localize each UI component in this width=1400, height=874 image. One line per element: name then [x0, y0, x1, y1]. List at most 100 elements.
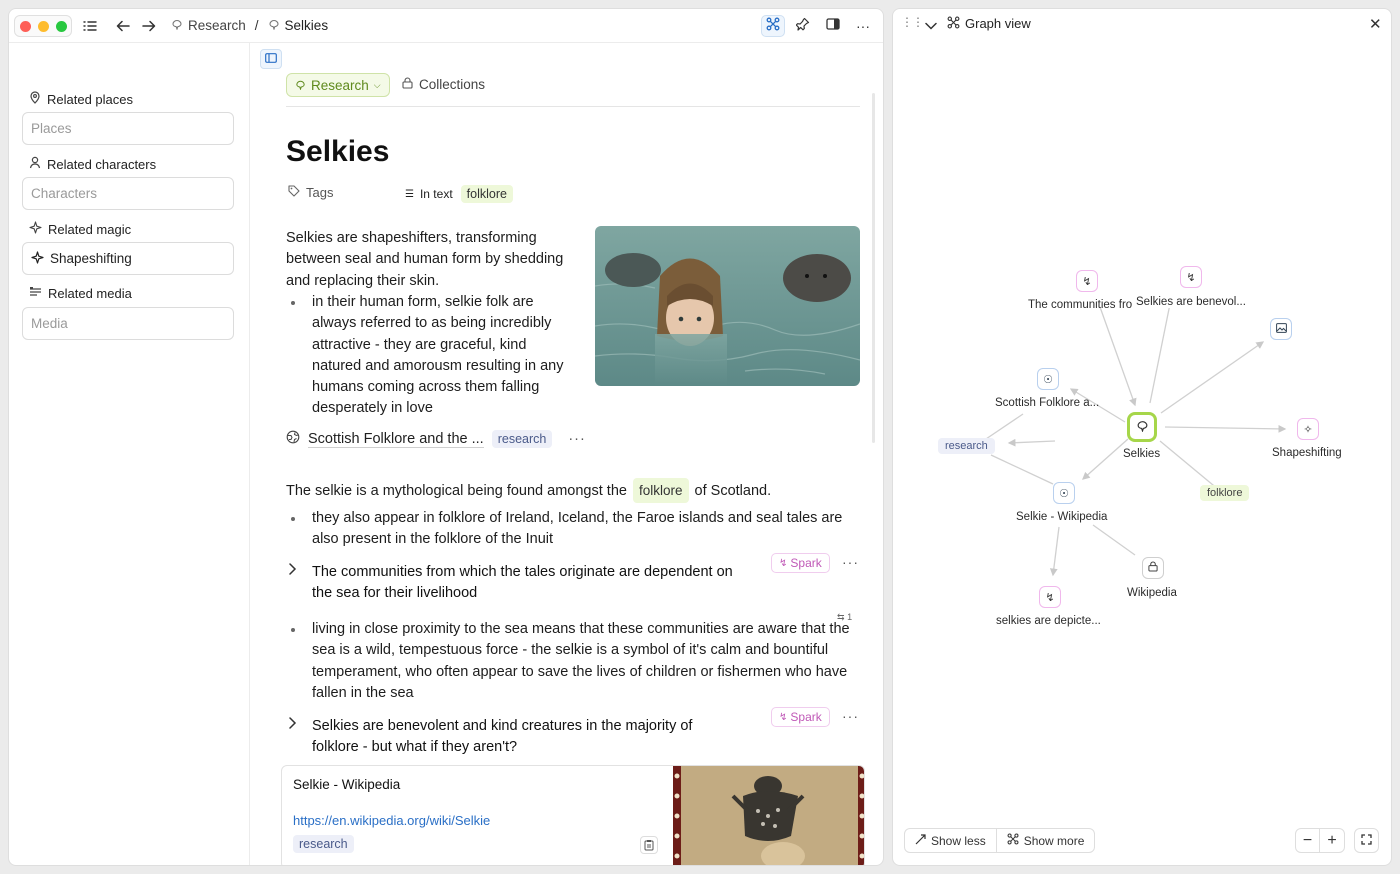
- card-url[interactable]: https://en.wikipedia.org/wiki/Selkie: [293, 813, 490, 828]
- list-item[interactable]: they also appear in folklore of Ireland,…: [291, 508, 862, 551]
- chevron-right-icon[interactable]: [288, 717, 297, 732]
- graph-node-label[interactable]: Shapeshifting: [1272, 447, 1342, 459]
- breadcrumb-parent[interactable]: Research: [188, 18, 246, 33]
- breadcrumb-separator: /: [254, 18, 259, 33]
- graph-view-toggle-button[interactable]: [761, 15, 785, 37]
- tag-chip[interactable]: research: [491, 430, 553, 448]
- sparkle-icon: [31, 250, 44, 267]
- backlink-count[interactable]: ⇆ 1: [837, 612, 852, 623]
- pin-icon: [795, 17, 810, 36]
- graph-node-image[interactable]: [1270, 318, 1292, 340]
- tag-chip[interactable]: research: [293, 835, 354, 853]
- graph-node-label[interactable]: The communities fro: [1028, 299, 1132, 311]
- outline-list-icon[interactable]: [81, 17, 99, 35]
- graph-icon: [1007, 833, 1019, 848]
- zoom-window-button[interactable]: [56, 21, 67, 32]
- split-view-button[interactable]: [821, 15, 845, 37]
- graph-node-shapeshifting[interactable]: ✧: [1297, 418, 1319, 440]
- tag-chip[interactable]: folklore: [632, 478, 689, 504]
- media-field[interactable]: Media: [22, 307, 234, 340]
- spark-button[interactable]: ↯ Spark: [771, 707, 830, 727]
- image-icon: [1275, 322, 1287, 336]
- selkie-illustration: [595, 226, 860, 386]
- media-icon: [29, 286, 42, 301]
- tag-chip[interactable]: folklore: [460, 185, 513, 203]
- minimize-window-button[interactable]: [38, 21, 49, 32]
- graph-node-label[interactable]: Selkie - Wikipedia: [1016, 511, 1107, 523]
- toggle-sidebar-button[interactable]: [260, 49, 282, 69]
- page-title[interactable]: Selkies: [286, 135, 389, 169]
- show-less-button[interactable]: Show less: [905, 829, 997, 852]
- zoom-in-button[interactable]: +: [1320, 829, 1344, 852]
- sparkle-icon: ✧: [1303, 423, 1313, 436]
- clipboard-icon[interactable]: [640, 836, 658, 854]
- collections-button[interactable]: Collections: [402, 77, 485, 92]
- spark-button[interactable]: ↯ Spark: [771, 553, 830, 573]
- graph-node-label[interactable]: selkies are depicte...: [996, 615, 1101, 627]
- fullscreen-button[interactable]: [1354, 828, 1379, 853]
- graph-node-selkies[interactable]: [1127, 412, 1157, 442]
- more-options-button[interactable]: ···: [842, 708, 859, 724]
- graph-node-wikipedia[interactable]: [1142, 557, 1164, 579]
- list-item[interactable]: living in close proximity to the sea mea…: [291, 619, 860, 704]
- toggle-block[interactable]: The communities from which the tales ori…: [312, 562, 742, 605]
- graph-node-label[interactable]: Selkies: [1123, 448, 1160, 460]
- close-window-button[interactable]: [20, 21, 31, 32]
- characters-field[interactable]: Characters: [22, 177, 234, 210]
- collection-pill[interactable]: Research ⌵: [286, 73, 390, 97]
- scrollbar[interactable]: [872, 93, 875, 443]
- ellipsis-icon: ···: [856, 18, 870, 34]
- ellipsis-icon[interactable]: ···: [568, 431, 586, 447]
- toggle-block[interactable]: Selkies are benevolent and kind creature…: [312, 716, 742, 759]
- lock-icon: [1148, 561, 1158, 575]
- graph-depth-controls: Show less Show more: [904, 828, 1096, 853]
- graph-node-label[interactable]: Wikipedia: [1127, 587, 1177, 599]
- intro-paragraph[interactable]: Selkies are shapeshifters, transforming …: [286, 228, 578, 292]
- graph-node-communities[interactable]: ↯: [1076, 270, 1098, 292]
- graph-tag-folklore[interactable]: folklore: [1200, 485, 1250, 501]
- web-link-card[interactable]: Selkie - Wikipedia https://en.wikipedia.…: [281, 765, 865, 865]
- map-pin-icon: [29, 91, 41, 107]
- back-arrow-icon[interactable]: [114, 17, 132, 35]
- graph-node-benevolent[interactable]: ↯: [1180, 266, 1202, 288]
- graph-node-scottish[interactable]: ☉: [1037, 368, 1059, 390]
- zoom-out-button[interactable]: −: [1296, 829, 1321, 852]
- bolt-icon: ↯: [1082, 275, 1092, 288]
- more-options-button[interactable]: ···: [851, 15, 875, 37]
- expand-icon: [1361, 832, 1372, 850]
- pin-button[interactable]: [791, 15, 815, 37]
- graph-node-depicted[interactable]: ↯: [1039, 586, 1061, 608]
- chevron-down-icon: ⌵: [373, 79, 381, 90]
- magic-field[interactable]: Shapeshifting: [22, 242, 234, 275]
- places-field[interactable]: Places: [22, 112, 234, 145]
- breadcrumb-current[interactable]: Selkies: [285, 18, 329, 33]
- card-title[interactable]: Selkie - Wikipedia: [293, 777, 400, 792]
- chevron-right-icon[interactable]: [288, 563, 297, 578]
- forward-arrow-icon[interactable]: [140, 17, 158, 35]
- magic-field-value[interactable]: Shapeshifting: [50, 251, 132, 266]
- linked-reference[interactable]: Scottish Folklore and the ... research ·…: [286, 430, 586, 448]
- tags-property[interactable]: Tags: [288, 185, 333, 200]
- more-options-button[interactable]: ···: [842, 554, 859, 570]
- tag-icon: [288, 185, 300, 200]
- graph-node-selkie-wikipedia[interactable]: ☉: [1053, 482, 1075, 504]
- linked-reference-title[interactable]: Scottish Folklore and the ...: [308, 431, 484, 448]
- sidebar-left-icon: [265, 50, 277, 68]
- graph-node-label[interactable]: Selkies are benevol...: [1136, 296, 1246, 308]
- related-places-label: Related places: [29, 91, 133, 107]
- graph-panel: ⋮⋮ Graph view ✕ ↯ The communities fro ↯ …: [892, 8, 1392, 866]
- bolt-icon: ↯: [779, 557, 788, 569]
- graph-tag-research[interactable]: research: [938, 438, 995, 454]
- breadcrumb: Research / Selkies: [171, 18, 328, 33]
- person-icon: [29, 156, 41, 172]
- list-item[interactable]: in their human form, selkie folk are alw…: [291, 292, 578, 420]
- show-more-button[interactable]: Show more: [997, 829, 1095, 852]
- title-bar: Research / Selkies ···: [9, 9, 883, 43]
- paragraph[interactable]: The selkie is a mythological being found…: [286, 478, 866, 504]
- collection-icon: [1136, 419, 1149, 435]
- card-thumbnail: [673, 766, 864, 865]
- graph-node-label[interactable]: Scottish Folklore a...: [995, 397, 1099, 409]
- collection-icon: [295, 78, 306, 93]
- related-characters-label: Related characters: [29, 156, 156, 172]
- graph-icon: [766, 17, 780, 36]
